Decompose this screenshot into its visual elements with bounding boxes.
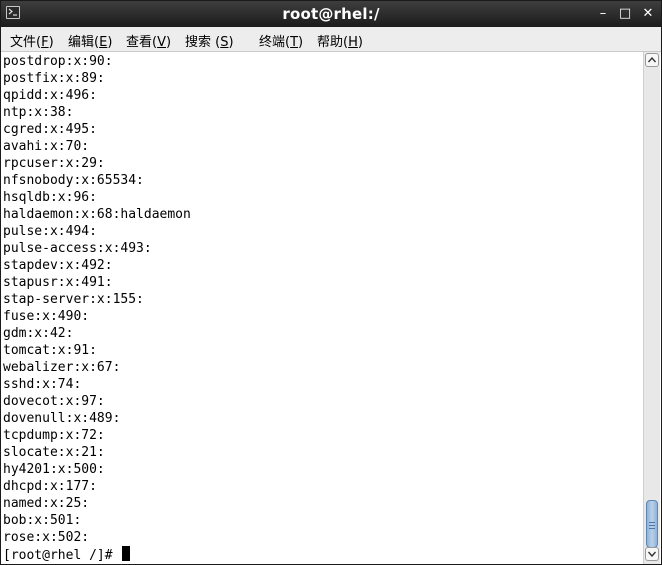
arrow-down-icon xyxy=(648,551,656,557)
title-bar[interactable]: root@rhel:/ – □ ✕ xyxy=(1,1,661,27)
terminal-line: pulse-access:x:493: xyxy=(3,241,152,256)
terminal-line: fuse:x:490: xyxy=(3,309,90,324)
terminal-output[interactable]: postdrop:x:90: postfix:x:89: qpidd:x:496… xyxy=(1,52,643,564)
menu-terminal[interactable]: 终端(T) xyxy=(259,31,303,50)
terminal-line: qpidd:x:496: xyxy=(3,88,97,103)
terminal-line: postdrop:x:90: xyxy=(3,54,113,69)
terminal-line: stapusr:x:491: xyxy=(3,275,113,290)
terminal-line: gdm:x:42: xyxy=(3,326,74,341)
minimize-icon: – xyxy=(599,6,607,21)
terminal-line: haldaemon:x:68:haldaemon xyxy=(3,207,191,222)
scroll-up-button[interactable] xyxy=(645,53,659,67)
terminal-line: hsqldb:x:96: xyxy=(3,190,97,205)
terminal-line: cgred:x:495: xyxy=(3,122,97,137)
terminal-line: webalizer:x:67: xyxy=(3,360,121,375)
maximize-icon: □ xyxy=(618,6,632,21)
menu-file[interactable]: 文件(F) xyxy=(10,31,54,50)
close-icon: ✕ xyxy=(642,6,654,21)
terminal-line: sshd:x:74: xyxy=(3,377,82,392)
terminal-line: rose:x:502: xyxy=(3,530,90,545)
terminal-line: pulse:x:494: xyxy=(3,224,97,239)
terminal-line: ntp:x:38: xyxy=(3,105,74,120)
close-button[interactable]: ✕ xyxy=(638,4,658,24)
menu-edit[interactable]: 编辑(E) xyxy=(68,31,112,50)
shell-prompt: [root@rhel /]# xyxy=(3,548,121,563)
terminal-line: bob:x:501: xyxy=(3,513,82,528)
terminal-line: tomcat:x:91: xyxy=(3,343,97,358)
arrow-up-icon xyxy=(648,57,656,63)
terminal-line: dhcpd:x:177: xyxy=(3,479,97,494)
terminal-line: slocate:x:21: xyxy=(3,445,105,460)
menu-view[interactable]: 查看(V) xyxy=(126,31,171,50)
menu-bar: 文件(F) 编辑(E) 查看(V) 搜索 (S) 终端(T) 帮助(H) xyxy=(1,27,661,52)
window-title: root@rhel:/ xyxy=(282,5,380,23)
terminal-line: hy4201:x:500: xyxy=(3,462,105,477)
terminal-line: rpcuser:x:29: xyxy=(3,156,105,171)
terminal-line: postfix:x:89: xyxy=(3,71,105,86)
terminal-line: avahi:x:70: xyxy=(3,139,90,154)
scroll-thumb[interactable] xyxy=(646,500,658,548)
scroll-down-button[interactable] xyxy=(645,547,659,561)
maximize-button[interactable]: □ xyxy=(615,4,635,24)
terminal-line: dovecot:x:97: xyxy=(3,394,105,409)
terminal-line: nfsnobody:x:65534: xyxy=(3,173,144,188)
menu-help[interactable]: 帮助(H) xyxy=(317,31,363,50)
terminal-line: stap-server:x:155: xyxy=(3,292,144,307)
text-cursor xyxy=(122,546,131,561)
menu-search[interactable]: 搜索 (S) xyxy=(185,31,234,50)
vertical-scrollbar[interactable] xyxy=(643,52,660,564)
terminal-window: root@rhel:/ – □ ✕ 文件(F) 编辑(E) 查看(V) 搜索 (… xyxy=(0,0,662,565)
terminal-line: named:x:25: xyxy=(3,496,90,511)
terminal-line: stapdev:x:492: xyxy=(3,258,113,273)
minimize-button[interactable]: – xyxy=(593,4,613,24)
terminal-line: dovenull:x:489: xyxy=(3,411,121,426)
terminal-line: tcpdump:x:72: xyxy=(3,428,105,443)
terminal-prompt-line[interactable]: [root@rhel /]# xyxy=(3,546,131,563)
